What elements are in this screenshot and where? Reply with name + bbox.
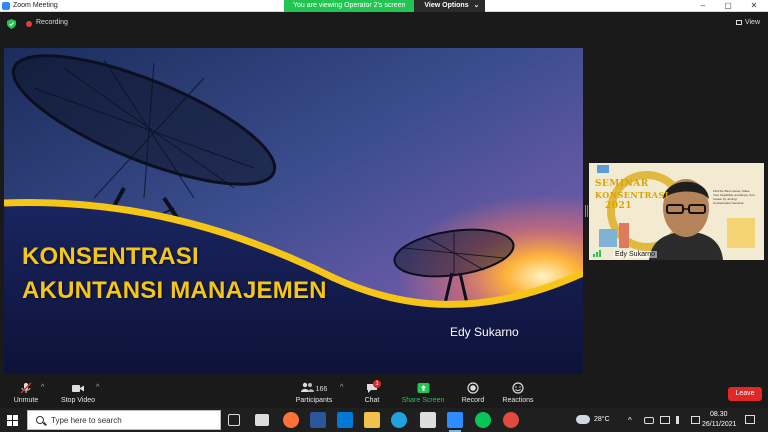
viewing-screen-text: You are viewing Operator 2's screen — [284, 0, 415, 12]
window-title: Zoom Meeting — [13, 2, 58, 9]
unmute-label: Unmute — [13, 397, 39, 404]
calculator-icon[interactable] — [420, 412, 436, 428]
chrome-icon[interactable] — [503, 412, 519, 428]
participants-count: 166 — [315, 386, 328, 393]
seminar-line-2: KONSENTRASI — [595, 190, 670, 200]
participants-icon — [300, 382, 314, 392]
participant-video-thumbnail[interactable]: SEMINAR KONSENTRASI 2021 Find the Best C… — [589, 163, 764, 260]
reactions-label: Reactions — [502, 397, 534, 404]
grid-icon — [735, 20, 742, 25]
recording-dot-icon — [26, 21, 32, 27]
volume-icon[interactable] — [676, 416, 685, 424]
share-screen-button[interactable]: Share Screen — [399, 378, 447, 408]
share-screen-icon — [417, 383, 429, 393]
seminar-line-3: 2021 — [605, 201, 633, 211]
leave-button[interactable]: Leave — [728, 387, 762, 401]
video-background — [589, 163, 764, 260]
maximize-button[interactable]: ▢ — [716, 0, 740, 12]
audio-options-caret[interactable]: ^ — [41, 384, 44, 391]
chat-label: Chat — [364, 397, 380, 404]
zoom-taskbar-icon[interactable] — [447, 412, 463, 432]
meeting-toolbar: Unmute ^ Stop Video ^ 166 Participants ^… — [0, 378, 768, 408]
stop-video-button[interactable]: Stop Video — [58, 378, 98, 408]
unmute-button[interactable]: Unmute — [10, 378, 42, 408]
view-label: View — [744, 19, 760, 26]
video-camera-icon — [72, 385, 84, 392]
slide-author: Edy Sukarno — [450, 325, 519, 339]
search-icon — [36, 416, 44, 424]
mail-icon[interactable] — [337, 412, 353, 428]
system-tray-chevron-icon[interactable]: ^ — [628, 416, 632, 425]
edge-icon[interactable] — [391, 412, 407, 428]
notification-center-icon[interactable] — [745, 415, 755, 424]
battery-icon[interactable] — [691, 416, 700, 424]
shield-icon[interactable] — [7, 19, 16, 29]
minimize-button[interactable]: – — [691, 0, 715, 12]
view-options-button[interactable]: View Options ⌄ — [414, 0, 486, 12]
chat-unread-badge: 1 — [373, 380, 381, 388]
search-placeholder: Type here to search — [51, 416, 122, 425]
taskbar-search-box[interactable]: Type here to search — [27, 410, 221, 430]
chevron-down-icon: ⌄ — [473, 2, 480, 9]
stop-video-label: Stop Video — [60, 397, 96, 404]
record-icon — [467, 382, 479, 394]
panel-resize-handle[interactable] — [585, 205, 588, 217]
record-button[interactable]: Record — [458, 378, 488, 408]
slide-title-line-2: AKUNTANSI MANAJEMEN — [22, 277, 327, 304]
participants-button[interactable]: 166 Participants — [294, 378, 334, 408]
smiley-icon — [512, 382, 524, 394]
participant-name: Edy Sukarno — [613, 251, 658, 258]
close-button[interactable]: ✕ — [742, 0, 766, 12]
weather-cloud-icon[interactable] — [576, 415, 590, 424]
view-options-label: View Options — [424, 2, 469, 9]
dropbox-icon[interactable] — [255, 414, 269, 426]
recording-label: Recording — [36, 19, 68, 26]
meeting-top-bar: Recording View — [0, 13, 768, 35]
weather-temperature[interactable]: 28°C — [594, 416, 610, 423]
task-view-icon[interactable] — [228, 414, 240, 426]
word-icon[interactable] — [310, 412, 326, 428]
file-explorer-icon[interactable] — [364, 412, 380, 428]
zoom-icon — [2, 2, 10, 10]
windows-taskbar: Type here to search 28°C ^ 08.30 26/11/2… — [0, 408, 768, 432]
clock-date[interactable]: 26/11/2021 — [702, 421, 737, 428]
share-screen-label: Share Screen — [401, 397, 445, 404]
network-icon[interactable] — [660, 416, 670, 424]
seminar-tagline: Find the Best Career, Make Your Capabili… — [713, 189, 755, 205]
record-label: Record — [461, 397, 485, 404]
clock-time[interactable]: 08.30 — [710, 411, 728, 418]
reactions-button[interactable]: Reactions — [500, 378, 536, 408]
shared-screen-slide: KONSENTRASI AKUNTANSI MANAJEMEN Edy Suka… — [4, 48, 583, 374]
chat-button[interactable]: 1 Chat — [357, 378, 387, 408]
windows-start-icon[interactable] — [7, 415, 18, 426]
cloud-sync-icon[interactable] — [644, 417, 654, 424]
view-layout-button[interactable]: View — [735, 19, 760, 26]
participants-label: Participants — [295, 397, 333, 404]
slide-title-line-1: KONSENTRASI — [22, 243, 199, 270]
firefox-icon[interactable] — [283, 412, 299, 428]
video-options-caret[interactable]: ^ — [96, 384, 99, 391]
mic-muted-icon — [20, 382, 32, 394]
seminar-line-1: SEMINAR — [595, 179, 649, 189]
signal-bars-icon — [593, 250, 601, 257]
participants-options-caret[interactable]: ^ — [340, 384, 343, 391]
screen-share-banner: You are viewing Operator 2's screen View… — [284, 0, 486, 12]
line-icon[interactable] — [475, 412, 491, 428]
